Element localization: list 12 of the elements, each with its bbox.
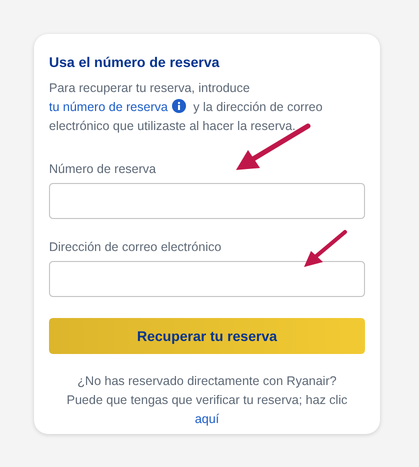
footer-text: ¿No has reservado directamente con Ryanair? Puede que tengas que verificar tu reserva; haz clic aquí: [66, 373, 348, 428]
intro-text: Para recuperar tu reserva, introduce tu número de reserva y la dirección de correo electrónico que utilizaste al hacer la reserva.: [49, 80, 324, 135]
field-label: Dirección de correo electrónico: [49, 240, 222, 254]
submit-button[interactable]: Recuperar tu reserva: [49, 318, 365, 354]
input-field[interactable]: [49, 261, 365, 297]
arrow-icon: [304, 230, 347, 267]
input-field[interactable]: [49, 183, 365, 219]
info-icon[interactable]: [172, 99, 186, 113]
booking-number-link[interactable]: tu número de reserva: [49, 100, 168, 114]
field-label: Número de reserva: [49, 162, 157, 176]
here-link[interactable]: aquí: [194, 412, 220, 426]
section-title: Usa el número de reserva: [49, 54, 220, 70]
